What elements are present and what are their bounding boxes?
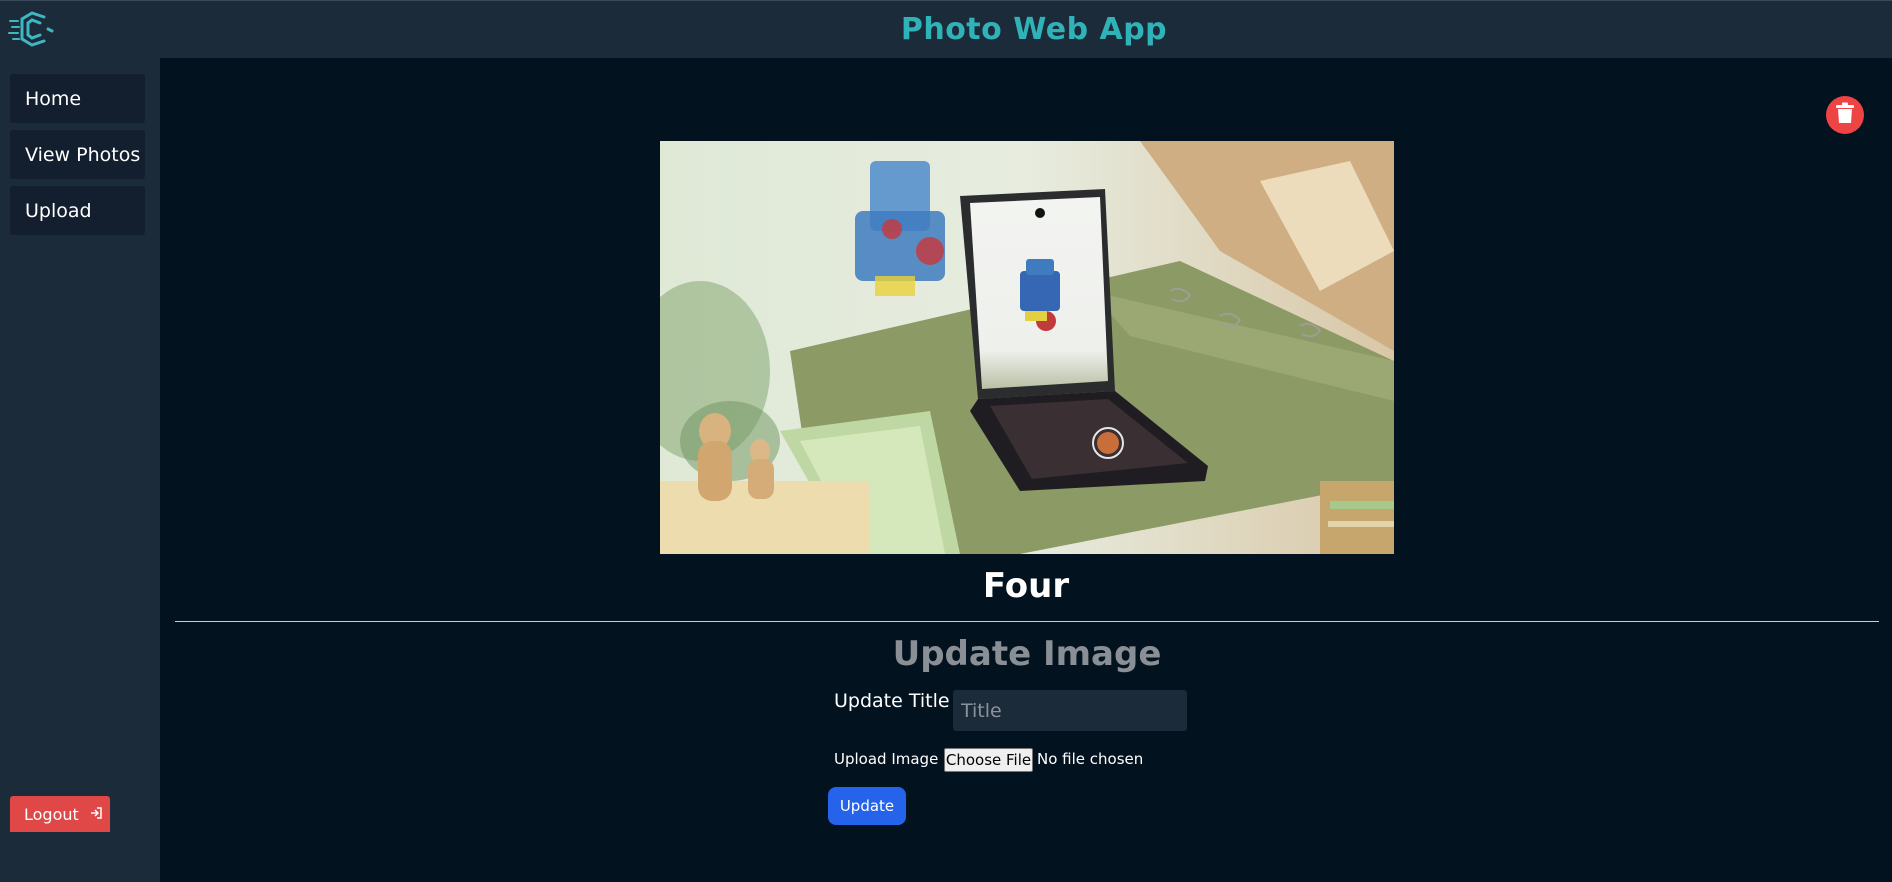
app-root: Photo Web App Home View Photos Upload Lo… xyxy=(0,0,1892,882)
sidebar-item-label: Upload xyxy=(25,199,92,222)
logout-button[interactable]: Logout xyxy=(10,796,110,832)
logo-icon[interactable] xyxy=(8,9,56,51)
app-title: Photo Web App xyxy=(900,12,1168,47)
sidebar-item-view-photos[interactable]: View Photos xyxy=(10,130,145,179)
delete-button[interactable] xyxy=(1826,96,1864,134)
sidebar-item-home[interactable]: Home xyxy=(10,74,145,123)
sidebar-item-upload[interactable]: Upload xyxy=(10,186,145,235)
update-image-heading: Update Image xyxy=(892,634,1162,674)
sidebar-item-label: Home xyxy=(25,87,82,110)
update-title-label: Update Title : xyxy=(834,690,963,712)
update-button[interactable]: Update xyxy=(828,787,906,825)
photo-image xyxy=(660,141,1394,554)
logout-label: Logout xyxy=(24,804,79,824)
sidebar-item-label: View Photos xyxy=(25,143,141,166)
photo-title: Four xyxy=(982,566,1070,606)
choose-file-button[interactable]: Choose File xyxy=(944,748,1033,772)
top-header: Photo Web App xyxy=(0,0,1892,58)
title-input[interactable] xyxy=(953,690,1187,731)
logout-icon xyxy=(89,805,103,824)
upload-image-label: Upload Image : xyxy=(834,750,949,768)
trash-icon xyxy=(1835,102,1855,128)
sidebar: Home View Photos Upload xyxy=(0,58,160,882)
file-status: No file chosen xyxy=(1037,750,1144,768)
divider xyxy=(175,621,1879,622)
